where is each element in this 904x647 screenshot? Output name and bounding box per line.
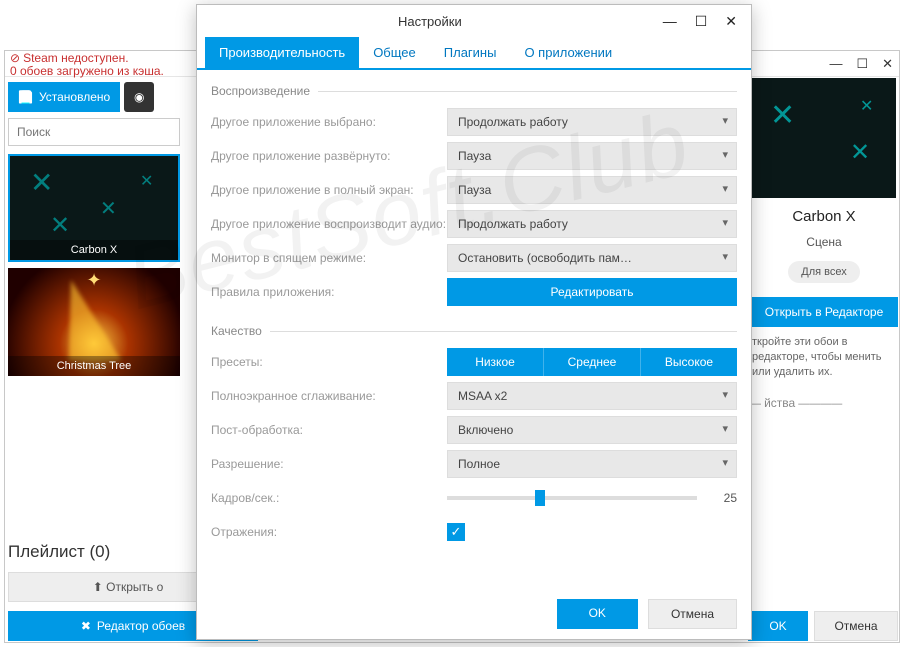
tab-plugins[interactable]: Плагины [430,37,511,68]
preset-medium[interactable]: Среднее [544,348,641,376]
quality-legend: Качество [211,324,270,338]
search-input[interactable] [8,118,180,146]
label-other-selected: Другое приложение выбрано: [211,115,447,129]
preview-thumbnail: ✕✕✕ [750,78,896,198]
close-icon[interactable]: ✕ [882,56,893,72]
main-cancel-button[interactable]: Отмена [814,611,898,641]
rating-pill: Для всех [788,261,860,283]
preset-high[interactable]: Высокое [641,348,737,376]
edit-rules-button[interactable]: Редактировать [447,278,737,306]
open-in-editor-button[interactable]: Открыть в Редакторе [750,297,898,327]
label-monitor-sleep: Монитор в спящем режиме: [211,251,447,265]
dropdown-postprocessing[interactable]: Включено [447,416,737,444]
label-reflections: Отражения: [211,525,447,539]
dropdown-antialiasing[interactable]: MSAA x2 [447,382,737,410]
settings-tabs: Производительность Общее Плагины О прило… [197,37,751,70]
dropdown-other-selected[interactable]: Продолжать работу [447,108,737,136]
tab-performance[interactable]: Производительность [205,37,359,68]
preview-title: Carbon X [750,208,898,225]
error-line-2: 0 обоев загружено из кэша. [10,65,164,78]
reflections-checkbox[interactable]: ✓ [447,523,465,541]
dropdown-other-fullscreen[interactable]: Пауза [447,176,737,204]
label-resolution: Разрешение: [211,457,447,471]
dropdown-other-audio[interactable]: Продолжать работу [447,210,737,238]
wallpaper-thumb-carbon-x[interactable]: ✕✕✕✕ Carbon X [8,154,180,262]
settings-dialog: Настройки — ☐ ✕ Производительность Общее… [196,4,752,640]
playback-legend: Воспроизведение [211,84,318,98]
fps-slider[interactable] [447,496,697,500]
dialog-close-icon[interactable]: ✕ [725,13,737,30]
fps-slider-knob[interactable] [535,490,545,506]
tab-about[interactable]: О приложении [510,37,626,68]
label-antialiasing: Полноэкранное сглаживание: [211,389,447,403]
dialog-ok-button[interactable]: OK [557,599,638,629]
main-ok-button[interactable]: OK [748,611,808,641]
dialog-maximize-icon[interactable]: ☐ [695,13,708,30]
thumb-label: Carbon X [10,240,178,260]
thumb-label: Christmas Tree [8,356,180,376]
editor-description: ткройте эти обои в редакторе, чтобы мени… [750,335,898,380]
dialog-cancel-button[interactable]: Отмена [648,599,737,629]
label-other-audio: Другое приложение воспроизводит аудио: [211,217,447,231]
dialog-minimize-icon[interactable]: — [663,13,677,30]
dropdown-resolution[interactable]: Полное [447,450,737,478]
discover-button[interactable]: ◉ [124,82,154,112]
error-banner: Steam недоступен. 0 обоев загружено из к… [10,52,164,78]
dropdown-other-expanded[interactable]: Пауза [447,142,737,170]
right-panel: ✕✕✕ Carbon X Сцена Для всех Открыть в Ре… [750,78,898,410]
label-other-expanded: Другое приложение развёрнуто: [211,149,447,163]
preview-type: Сцена [750,235,898,249]
maximize-icon[interactable]: ☐ [856,56,868,72]
playback-group: Воспроизведение Другое приложение выбран… [211,84,737,310]
label-presets: Пресеты: [211,355,447,369]
preset-segmented: Низкое Среднее Высокое [447,348,737,376]
tab-general[interactable]: Общее [359,37,430,68]
minimize-icon[interactable]: — [829,56,842,71]
properties-section-label: — йства ———— [750,396,898,410]
wallpaper-thumb-christmas-tree[interactable]: Christmas Tree [8,268,180,376]
label-other-fullscreen: Другое приложение в полный экран: [211,183,447,197]
quality-group: Качество Пресеты: Низкое Среднее Высокое… [211,324,737,550]
dialog-title: Настройки [197,14,663,29]
label-app-rules: Правила приложения: [211,285,447,299]
tab-installed[interactable]: Установлено [8,82,120,112]
left-sidebar: Установлено ◉ ✕✕✕✕ Carbon X Christmas Tr… [8,82,182,382]
label-postprocessing: Пост-обработка: [211,423,447,437]
preset-low[interactable]: Низкое [447,348,544,376]
fps-value: 25 [709,491,737,505]
dropdown-monitor-sleep[interactable]: Остановить (освободить пам… [447,244,737,272]
label-fps: Кадров/сек.: [211,491,447,505]
